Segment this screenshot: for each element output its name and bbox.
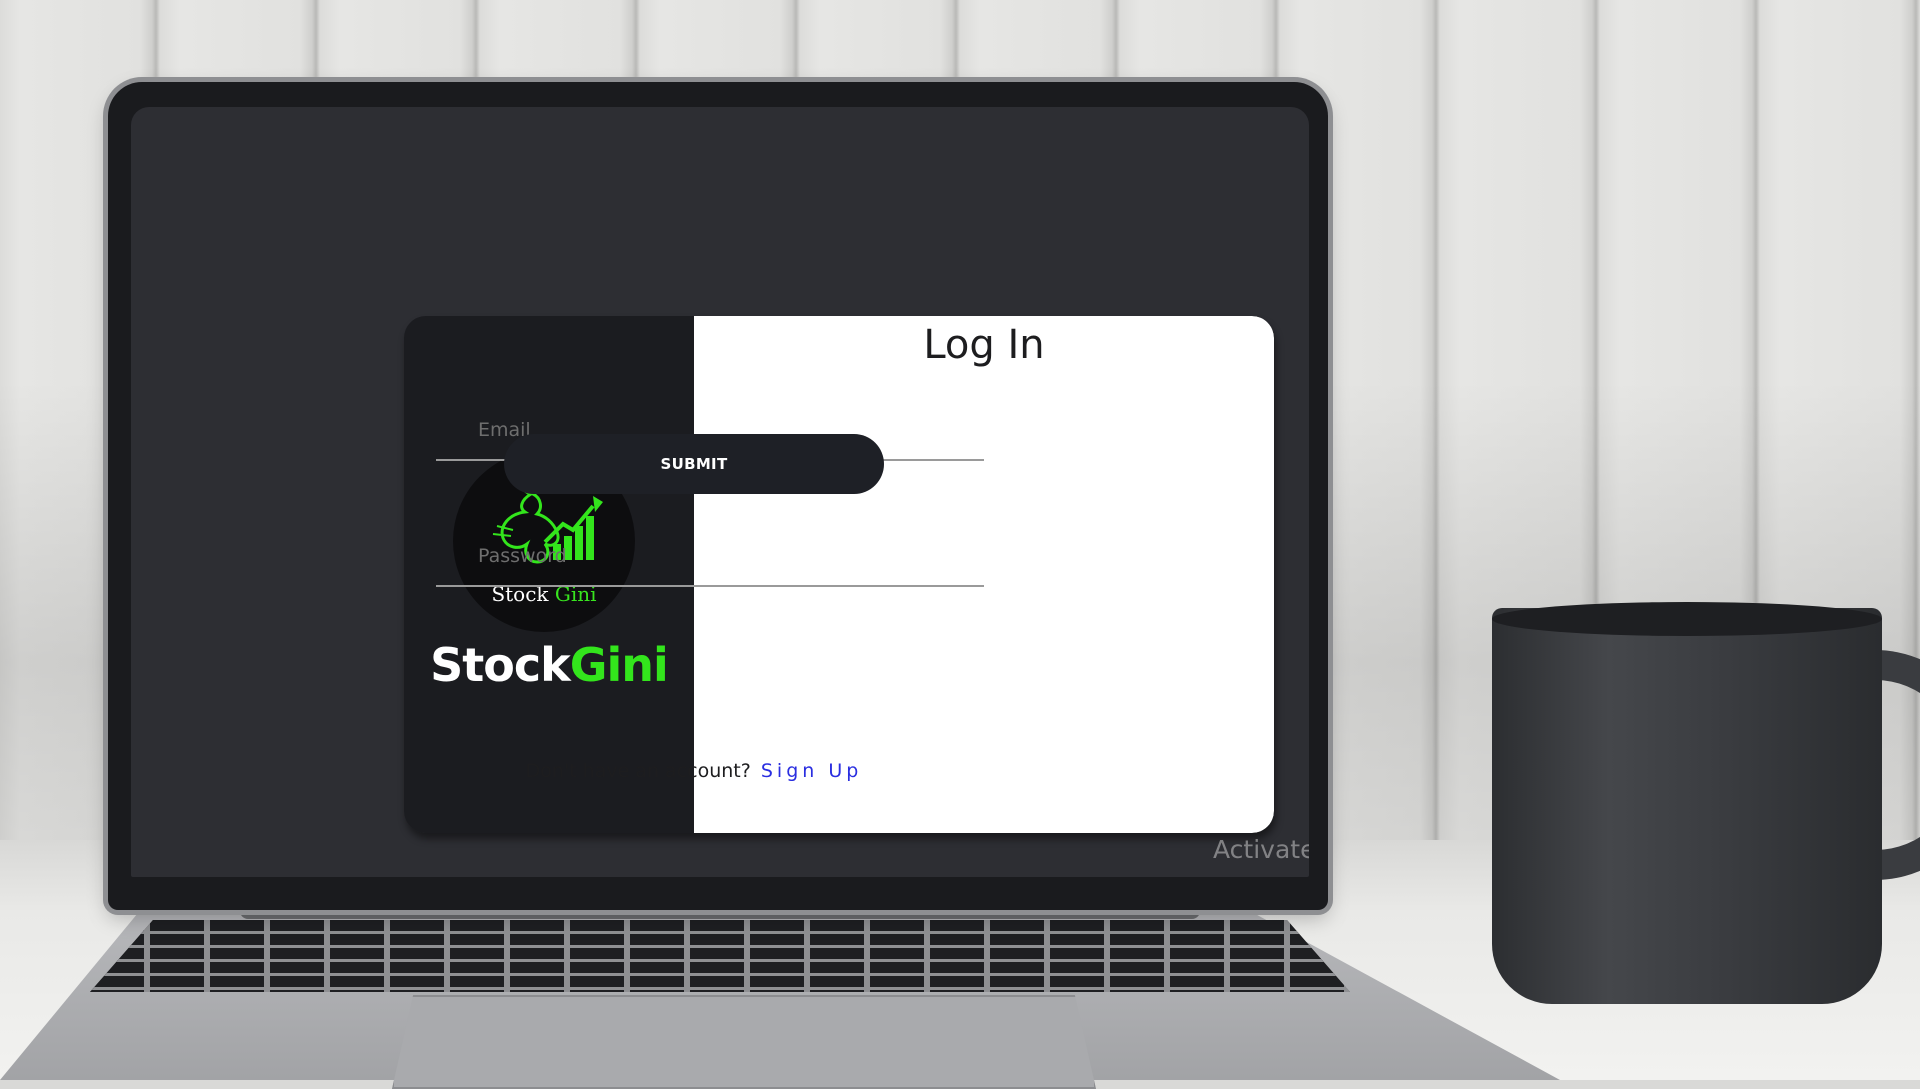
laptop-screen: Stock Gini StockGini Log In SUBMIT Don't…	[131, 107, 1309, 877]
signup-prompt-text: Don't have an account?	[525, 760, 751, 782]
mug-rim	[1492, 602, 1882, 636]
keyboard-rows	[90, 920, 1350, 992]
submit-button[interactable]: SUBMIT	[504, 434, 884, 494]
laptop-trackpad	[392, 995, 1096, 1089]
page-title: Log In	[923, 322, 1045, 368]
brand-name-stock: Stock	[430, 638, 571, 692]
password-field[interactable]	[436, 527, 984, 587]
brand-name-gini: Gini	[569, 638, 669, 692]
activate-watermark: Activate	[1213, 835, 1309, 864]
signup-link[interactable]: Sign Up	[761, 760, 862, 782]
brand-name: StockGini	[404, 638, 694, 692]
coffee-mug	[1492, 608, 1882, 1004]
signup-prompt-row: Don't have an account? Sign Up	[404, 760, 984, 782]
